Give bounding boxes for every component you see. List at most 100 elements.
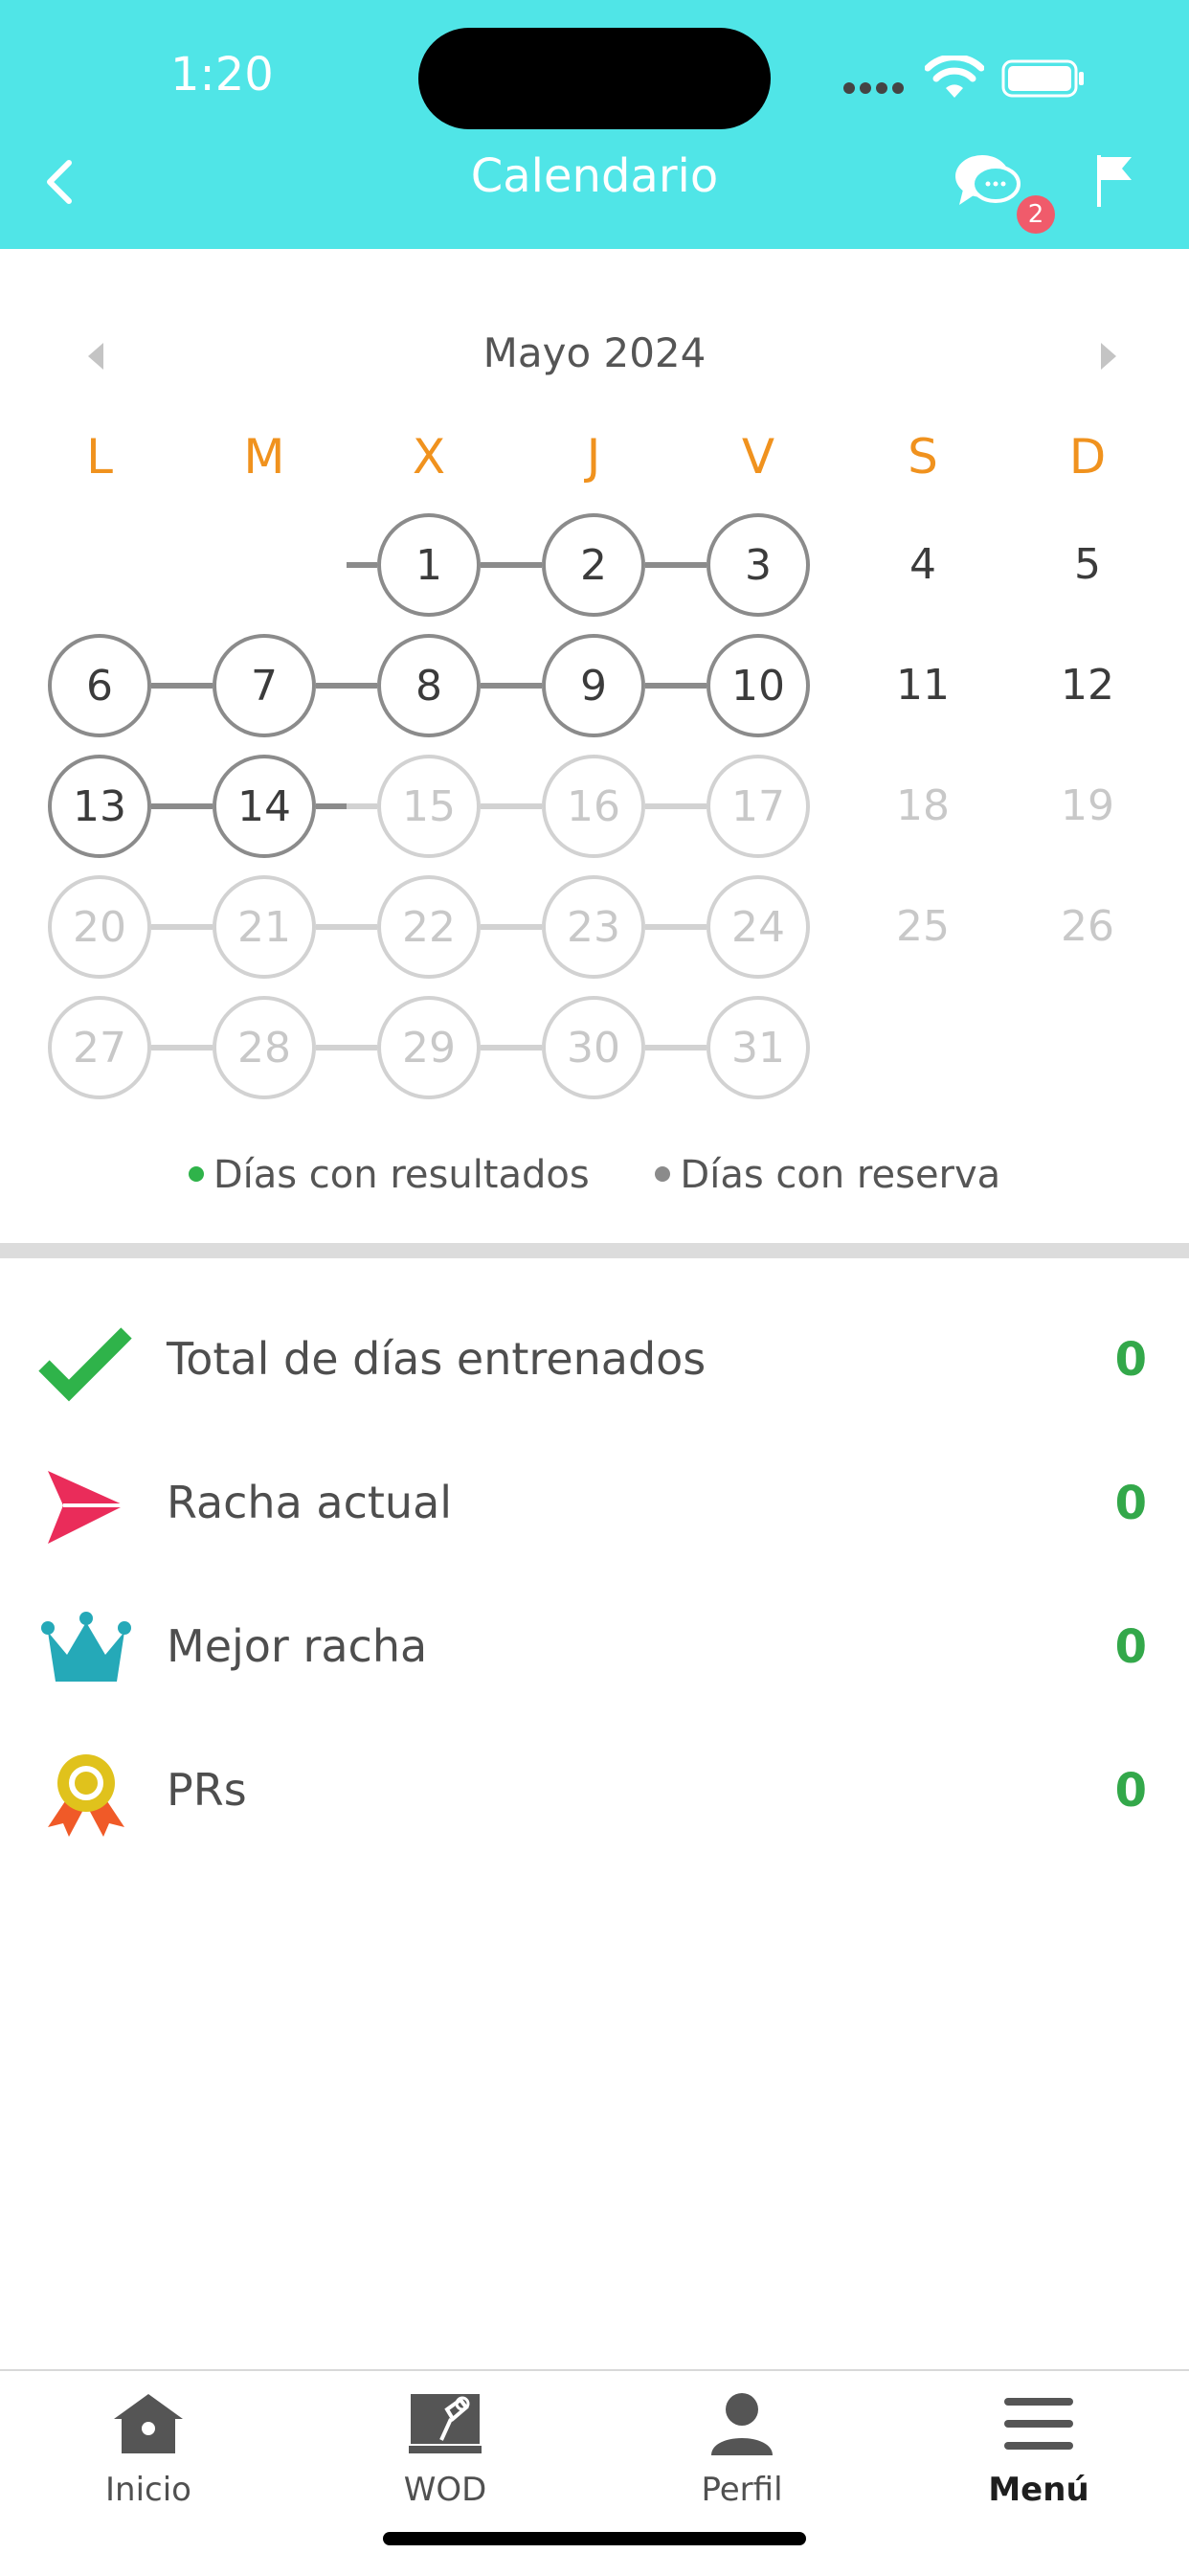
day-connector — [316, 1045, 377, 1051]
stat-label: PRs — [167, 1764, 247, 1816]
chat-badge: 2 — [1017, 195, 1055, 234]
calendar-day[interactable]: 26 — [1036, 875, 1139, 979]
weekday-label: V — [741, 429, 775, 485]
day-connector — [645, 562, 707, 568]
calendar-day[interactable]: 2 — [542, 513, 645, 617]
weekday-label: X — [412, 429, 446, 485]
app-header: 1:20 Calendario 2 — [0, 0, 1189, 249]
weekday-label: D — [1068, 429, 1107, 485]
menu-icon — [1004, 2398, 1073, 2450]
calendar-day[interactable]: 21 — [213, 875, 316, 979]
dynamic-island — [418, 28, 771, 129]
weekday-label: M — [243, 429, 285, 485]
battery-icon — [1001, 59, 1084, 98]
stat-row-prs: PRs 0 — [0, 1739, 1189, 1844]
nav-item-wod[interactable]: WOD — [297, 2371, 594, 2515]
stat-value: 0 — [1114, 1764, 1147, 1818]
flag-icon[interactable] — [1093, 151, 1135, 211]
calendar-day[interactable]: 25 — [871, 875, 975, 979]
calendar-day[interactable]: 6 — [48, 634, 151, 737]
day-connector — [347, 562, 377, 568]
calendar-day[interactable]: 18 — [871, 755, 975, 858]
booking-dot — [655, 1166, 671, 1182]
nav-item-perfil[interactable]: Perfil — [594, 2371, 890, 2515]
wifi-icon — [925, 56, 984, 98]
calendar-day[interactable]: 28 — [213, 996, 316, 1099]
calendar-day[interactable]: 27 — [48, 996, 151, 1099]
chat-icon[interactable] — [953, 151, 1026, 211]
stat-value: 0 — [1114, 1333, 1147, 1387]
calendar-day[interactable]: 24 — [707, 875, 810, 979]
calendar-day[interactable]: 20 — [48, 875, 151, 979]
stat-label: Total de días entrenados — [167, 1333, 707, 1385]
calendar-day[interactable]: 23 — [542, 875, 645, 979]
calendar-day[interactable]: 16 — [542, 755, 645, 858]
day-connector — [645, 683, 707, 689]
day-connector — [481, 562, 542, 568]
stat-row-total-days: Total de días entrenados 0 — [0, 1308, 1189, 1413]
whiteboard-icon — [409, 2394, 482, 2453]
weekday-label: L — [86, 429, 113, 485]
calendar-day[interactable]: 29 — [377, 996, 481, 1099]
stat-value: 0 — [1114, 1620, 1147, 1674]
stat-label: Mejor racha — [167, 1620, 428, 1672]
legend-results-label: Días con resultados — [213, 1153, 590, 1197]
day-connector — [316, 924, 377, 930]
weekday-label: J — [586, 429, 601, 485]
next-month-icon[interactable] — [1097, 341, 1120, 372]
day-connector — [151, 803, 213, 809]
stat-value: 0 — [1114, 1477, 1147, 1530]
day-connector — [316, 803, 377, 809]
day-connector — [151, 924, 213, 930]
stat-row-current-streak: Racha actual 0 — [0, 1452, 1189, 1557]
calendar-day[interactable]: 14 — [213, 755, 316, 858]
calendar-day[interactable]: 9 — [542, 634, 645, 737]
calendar-day[interactable]: 5 — [1036, 513, 1139, 617]
day-connector — [481, 683, 542, 689]
calendar-day[interactable]: 10 — [707, 634, 810, 737]
nav-item-inicio[interactable]: Inicio — [0, 2371, 297, 2515]
stat-row-best-streak: Mejor racha 0 — [0, 1595, 1189, 1701]
day-connector — [645, 803, 707, 809]
calendar-day[interactable]: 3 — [707, 513, 810, 617]
stat-label: Racha actual — [167, 1477, 453, 1528]
calendar-day[interactable]: 17 — [707, 755, 810, 858]
nav-label: Perfil — [701, 2471, 783, 2509]
calendar-day[interactable]: 11 — [871, 634, 975, 737]
day-connector — [151, 683, 213, 689]
calendar-day[interactable]: 30 — [542, 996, 645, 1099]
calendar-day[interactable]: 8 — [377, 634, 481, 737]
calendar-day[interactable]: 15 — [377, 755, 481, 858]
results-dot — [188, 1166, 204, 1182]
status-time: 1:20 — [170, 48, 274, 102]
calendar-day[interactable]: 12 — [1036, 634, 1139, 737]
weekday-label: S — [908, 429, 938, 485]
calendar-legend: Días con resultados Días con reserva — [0, 1153, 1189, 1197]
signal-icon — [843, 82, 904, 94]
home-icon — [114, 2394, 183, 2453]
section-divider — [0, 1243, 1189, 1258]
day-connector — [481, 803, 542, 809]
calendar-day[interactable]: 19 — [1036, 755, 1139, 858]
user-icon — [711, 2393, 773, 2455]
checkmark-icon — [38, 1327, 132, 1402]
day-connector — [645, 1045, 707, 1051]
nav-label: WOD — [403, 2471, 487, 2509]
calendar-day[interactable]: 22 — [377, 875, 481, 979]
calendar-day[interactable]: 4 — [871, 513, 975, 617]
month-label: Mayo 2024 — [482, 329, 707, 376]
day-connector — [481, 924, 542, 930]
day-connector — [645, 924, 707, 930]
paper-plane-icon — [48, 1471, 124, 1544]
calendar-day[interactable]: 7 — [213, 634, 316, 737]
calendar-day[interactable]: 1 — [377, 513, 481, 617]
legend-booking-label: Días con reserva — [680, 1153, 1001, 1197]
calendar-day[interactable]: 31 — [707, 996, 810, 1099]
calendar-day[interactable]: 13 — [48, 755, 151, 858]
medal-icon — [48, 1754, 124, 1837]
nav-item-menu[interactable]: Menú — [890, 2371, 1187, 2515]
day-connector — [151, 1045, 213, 1051]
crown-icon — [41, 1612, 131, 1682]
nav-label: Menú — [988, 2471, 1089, 2509]
day-connector — [316, 683, 377, 689]
